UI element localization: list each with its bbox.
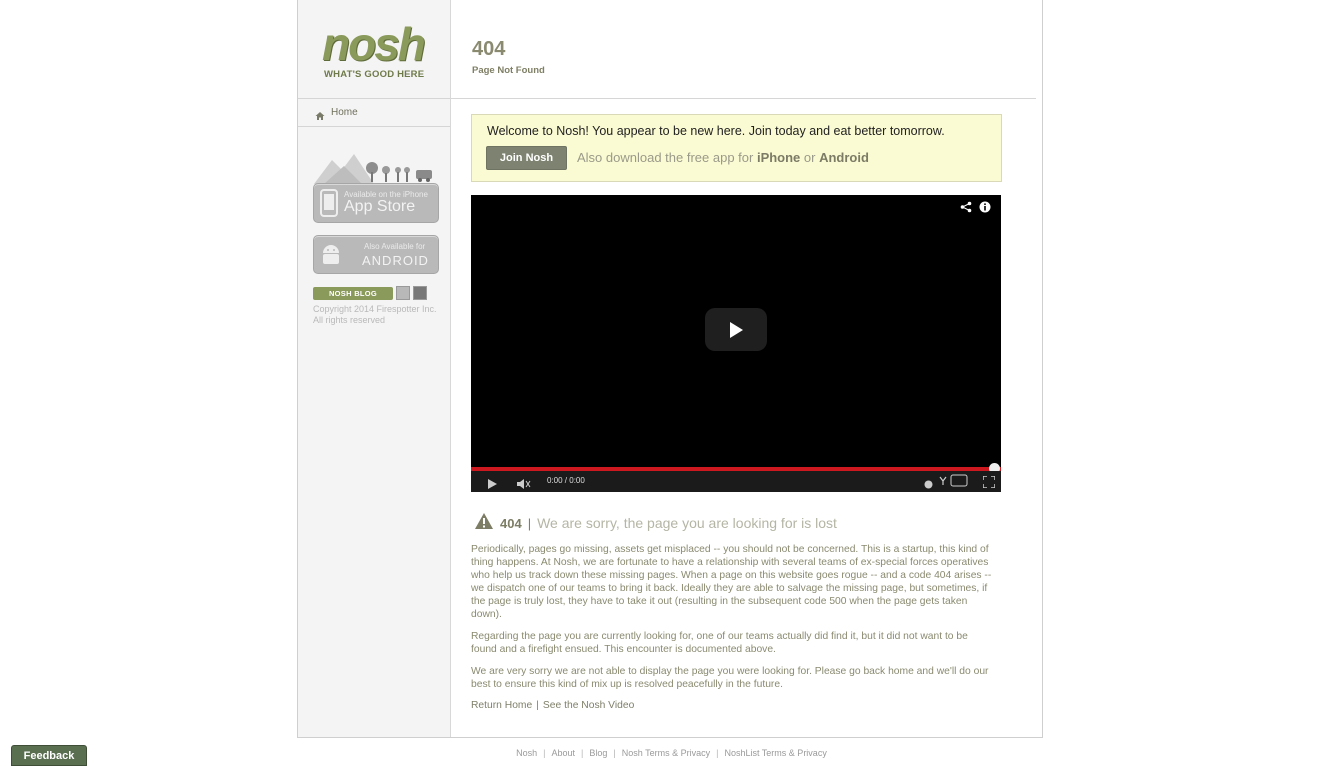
nosh-blog-link[interactable]: NOSH BLOG	[313, 286, 393, 300]
copyright: Copyright 2014 Firespotter Inc. All righ…	[313, 304, 438, 326]
youtube-logo-icon[interactable]	[938, 474, 968, 492]
footer: Nosh | About | Blog | Nosh Terms & Privacy | Nos…	[0, 748, 1343, 758]
footer-separator: |	[716, 748, 719, 758]
scenery-illustration	[314, 154, 432, 184]
bottom-links: Return Home | See the Nosh Video	[471, 700, 634, 711]
video-player[interactable]: 0:00 / 0:00	[471, 195, 1001, 492]
blog-row: NOSH BLOG	[313, 286, 427, 300]
android-label: ANDROID	[362, 253, 429, 268]
warning-icon	[474, 512, 494, 535]
android-robot-icon	[320, 243, 342, 272]
sidebar-item-label: Home	[331, 107, 358, 118]
join-nosh-button[interactable]: Join Nosh	[486, 146, 567, 170]
welcome-banner: Welcome to Nosh! You appear to be new he…	[471, 114, 1002, 182]
time-display: 0:00 / 0:00	[547, 476, 585, 485]
volume-icon[interactable]	[517, 476, 531, 494]
android-small-label: Also Available for	[364, 242, 426, 251]
play-button[interactable]	[705, 308, 767, 351]
footer-link-blog[interactable]: Blog	[589, 748, 607, 758]
share-icon[interactable]	[960, 200, 972, 218]
app-store-label: App Store	[344, 198, 416, 215]
body-paragraph: We are very sorry we are not able to dis…	[471, 666, 989, 690]
footer-separator: |	[543, 748, 546, 758]
page-frame: nosh WHAT'S GOOD HERE Home Available on …	[297, 0, 1043, 738]
copyright-line: Copyright 2014 Firespotter Inc.	[313, 304, 437, 314]
page-title: 404	[472, 38, 506, 60]
logo-wordmark: nosh	[322, 18, 426, 70]
social-icon[interactable]	[413, 286, 427, 300]
error-code: 404	[500, 515, 522, 531]
home-icon	[315, 108, 325, 120]
copyright-line: All rights reserved	[313, 315, 386, 325]
welcome-text: Welcome to Nosh! You appear to be new he…	[487, 124, 945, 138]
annotations-icon[interactable]	[924, 476, 933, 494]
error-message: We are sorry, the page you are looking f…	[537, 515, 837, 531]
footer-link-nosh[interactable]: Nosh	[516, 748, 537, 758]
info-icon[interactable]	[979, 200, 991, 218]
video-controls: 0:00 / 0:00	[471, 471, 1001, 492]
app-store-button[interactable]: Available on the iPhone App Store	[313, 183, 439, 223]
return-home-link[interactable]: Return Home	[471, 700, 532, 711]
divider	[451, 98, 1036, 99]
iphone-link[interactable]: iPhone	[757, 150, 800, 165]
error-separator: |	[527, 515, 532, 531]
android-link[interactable]: Android	[819, 150, 869, 165]
link-separator: |	[536, 700, 539, 711]
page-subtitle: Page Not Found	[472, 65, 545, 76]
footer-link-nosh-terms[interactable]: Nosh Terms & Privacy	[622, 748, 710, 758]
footer-link-about[interactable]: About	[552, 748, 576, 758]
error-heading: 404 | We are sorry, the page you are loo…	[474, 512, 837, 535]
footer-separator: |	[613, 748, 616, 758]
logo-tagline: WHAT'S GOOD HERE	[324, 69, 425, 80]
body-paragraph: Periodically, pages go missing, assets g…	[471, 544, 992, 620]
social-icon[interactable]	[396, 286, 410, 300]
android-button[interactable]: Also Available for ANDROID	[313, 235, 439, 274]
play-icon	[730, 321, 743, 338]
sidebar-item-home[interactable]: Home	[298, 99, 450, 127]
footer-separator: |	[581, 748, 584, 758]
logo[interactable]: nosh WHAT'S GOOD HERE	[298, 0, 450, 99]
iphone-icon	[320, 189, 338, 222]
sidebar: nosh WHAT'S GOOD HERE Home Available on …	[298, 0, 451, 737]
body-paragraph: Regarding the page you are currently loo…	[471, 631, 968, 655]
main-content: 404 Page Not Found Welcome to Nosh! You …	[451, 0, 1041, 737]
fullscreen-icon[interactable]	[982, 475, 996, 493]
download-or: or	[800, 150, 820, 165]
download-prefix: Also download the free app for	[577, 150, 757, 165]
play-small-icon[interactable]	[487, 476, 497, 494]
footer-link-noshlist-terms[interactable]: NoshList Terms & Privacy	[724, 748, 826, 758]
see-nosh-video-link[interactable]: See the Nosh Video	[543, 700, 634, 711]
feedback-button[interactable]: Feedback	[11, 745, 87, 766]
download-line: Also download the free app for iPhone or…	[577, 150, 869, 165]
